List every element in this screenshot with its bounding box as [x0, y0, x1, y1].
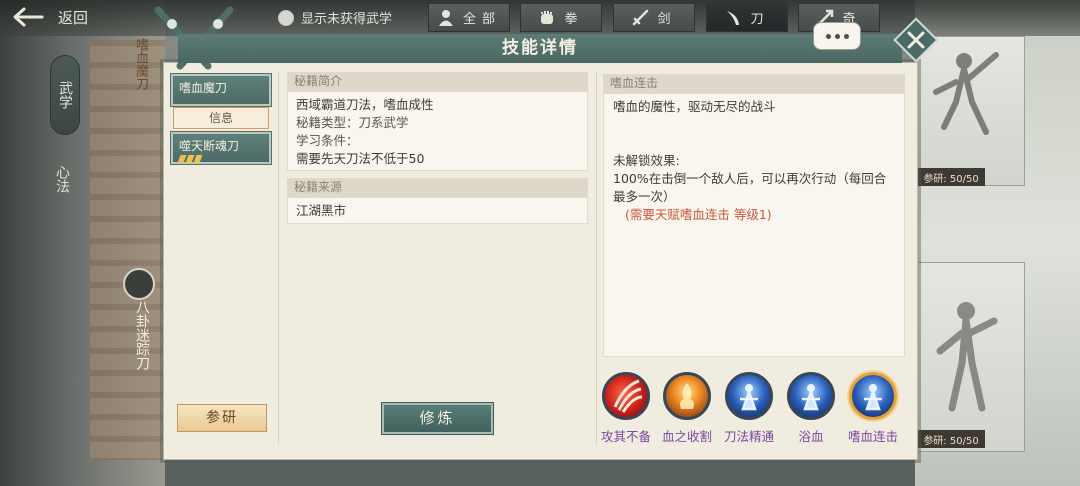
show-unobtained-toggle[interactable]: 显示未获得武学 — [278, 8, 392, 27]
skill-slot[interactable]: 浴血 — [785, 372, 837, 445]
chat-bubble-icon[interactable] — [813, 22, 861, 50]
checkbox-icon[interactable] — [278, 9, 294, 26]
intro-line: 西域霸道刀法，嗜血成性 — [296, 97, 434, 112]
intro-header: 秘籍简介 — [287, 72, 588, 91]
skill-slot-selected[interactable]: 嗜血连击 — [847, 372, 899, 445]
blade-round-icon — [123, 268, 155, 300]
star-icon — [193, 155, 203, 163]
skill-label: 浴血 — [798, 429, 824, 444]
unlock-effect-line: 最多一次） — [613, 189, 676, 204]
divider — [596, 72, 597, 444]
blade-icon — [727, 10, 740, 25]
sword-icon — [633, 9, 649, 25]
back-label: 返回 — [58, 8, 89, 27]
divider — [278, 72, 279, 444]
skill-detail-body: 嗜血的魔性，驱动无尽的战斗 未解锁效果: 100%在击倒一个敌人后，可以再次行动… — [603, 93, 905, 357]
tab-blade[interactable]: 刀 — [706, 3, 788, 32]
tab-info[interactable]: 信息 — [173, 107, 269, 129]
research-button[interactable]: 参研 — [177, 404, 267, 432]
meditating-figure-icon — [787, 372, 835, 420]
back-arrow-icon — [8, 6, 48, 28]
book-list-item[interactable]: 噬天断魂刀 — [170, 131, 272, 165]
toggle-label: 显示未获得武学 — [301, 12, 393, 27]
book-label: 嗜血魔刀 — [179, 81, 228, 95]
tab-label: 刀 — [750, 12, 770, 27]
intro-line: 需要先天刀法不低于50 — [296, 151, 425, 166]
skill-desc: 嗜血的魔性，驱动无尽的战斗 — [613, 99, 776, 114]
book-list-item[interactable]: 嗜血魔刀 — [170, 73, 272, 107]
slash-claw-icon — [602, 372, 650, 420]
sidebar-item-wuxue[interactable]: 武学 — [50, 55, 80, 135]
skill-label: 刀法精通 — [723, 429, 774, 444]
tab-fist[interactable]: 拳 — [520, 3, 602, 32]
person-icon — [438, 9, 453, 26]
back-button[interactable]: 返回 — [8, 4, 88, 30]
source-text: 江湖黑市 — [296, 203, 347, 218]
tab-label: 全部 — [462, 12, 501, 27]
skill-label: 嗜血连击 — [847, 429, 898, 444]
meditating-figure-icon — [849, 372, 897, 420]
unlock-title: 未解锁效果: — [613, 153, 680, 168]
intro-body: 西域霸道刀法，嗜血成性 秘籍类型：刀系武学 学习条件： 需要先天刀法不低于50 — [287, 91, 588, 171]
swordsman-silhouette-icon — [936, 302, 998, 412]
requirement-text: (需要天赋嗜血连击 等级1) — [625, 207, 772, 222]
skill-slot[interactable]: 攻其不备 — [600, 372, 652, 445]
tab-label: 剑 — [657, 12, 677, 27]
fist-icon — [541, 10, 554, 24]
tab-all[interactable]: 全部 — [428, 3, 510, 32]
skill-detail-header: 嗜血连击 — [603, 74, 905, 93]
source-body: 江湖黑市 — [287, 197, 588, 224]
book-label: 噬天断魂刀 — [179, 139, 240, 153]
background-shelf — [90, 40, 165, 460]
bg-card-name-bottom: 八卦迷踪刀 — [134, 300, 150, 370]
research-badge: 参研: 50/50 — [917, 430, 985, 448]
count-tag: 1/1 — [985, 266, 1000, 276]
tab-label: 拳 — [564, 12, 584, 27]
source-header: 秘籍来源 — [287, 178, 588, 197]
bg-skill-card-bottom[interactable] — [915, 262, 1025, 452]
skill-slot[interactable]: 刀法精通 — [723, 372, 775, 445]
tab-sword[interactable]: 剑 — [613, 3, 695, 32]
skill-slot[interactable]: 血之收割 — [661, 372, 713, 445]
dialog-title: 技能详情 — [178, 34, 902, 63]
research-badge: 参研: 50/50 — [917, 168, 985, 186]
fighter-silhouette-icon — [933, 52, 999, 135]
blood-fire-icon — [663, 372, 711, 420]
sidebar-item-xinfa[interactable]: 心法 — [52, 165, 72, 193]
skill-label: 血之收割 — [661, 429, 712, 444]
skill-label: 攻其不备 — [600, 429, 651, 444]
star-rating — [177, 155, 263, 163]
intro-line: 秘籍类型：刀系武学 — [296, 115, 409, 130]
meditating-figure-icon — [725, 372, 773, 420]
close-icon[interactable] — [893, 17, 939, 63]
cultivate-button[interactable]: 修炼 — [381, 402, 494, 435]
unlock-effect-line: 100%在击倒一个敌人后，可以再次行动（每回合 — [613, 171, 887, 186]
intro-line: 学习条件： — [296, 133, 359, 148]
